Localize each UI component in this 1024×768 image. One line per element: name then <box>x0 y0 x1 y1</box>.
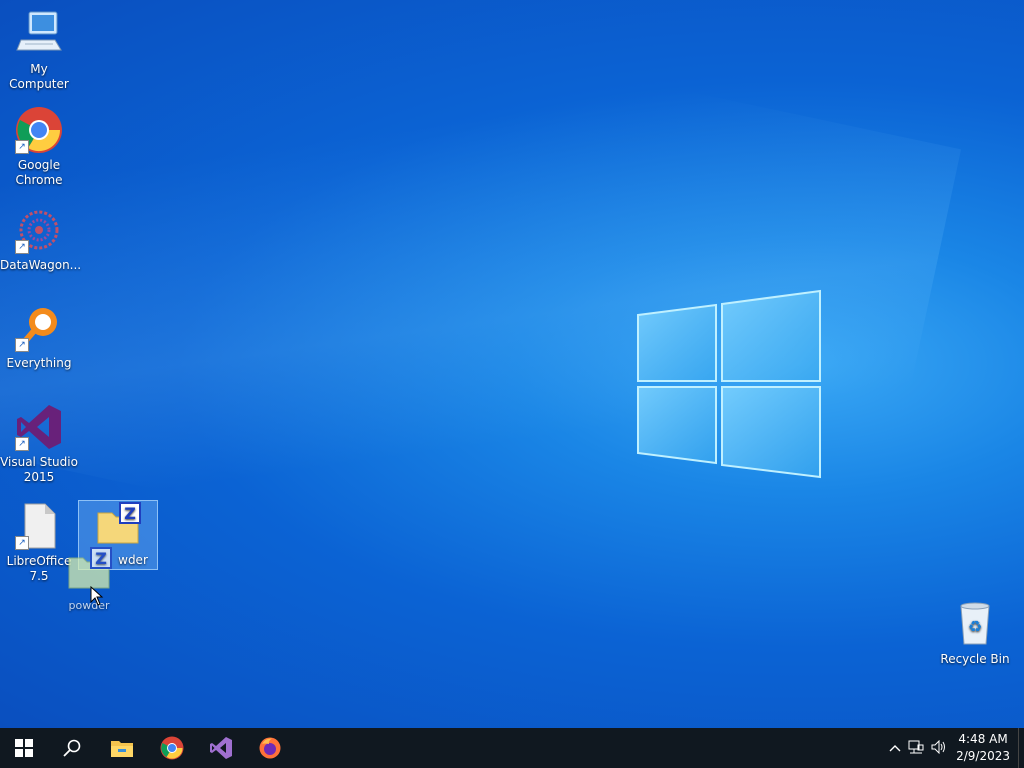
datawagon-icon: ↗ <box>15 206 63 254</box>
desktop-icon-recycle-bin[interactable]: ♻ Recycle Bin <box>936 600 1014 667</box>
volume-icon[interactable] <box>928 739 950 757</box>
show-desktop-button[interactable] <box>1018 728 1024 768</box>
system-tray <box>886 728 950 768</box>
clock-date: 2/9/2023 <box>956 749 1010 763</box>
zip-folder-icon: Z <box>65 546 113 594</box>
clock-time: 4:48 AM <box>958 732 1008 746</box>
taskbar-clock[interactable]: 4:48 AM 2/9/2023 <box>956 731 1010 765</box>
icon-label: Visual Studio 2015 <box>0 455 78 484</box>
recycle-bin-icon: ♻ <box>951 600 999 648</box>
svg-text:Z: Z <box>95 549 107 568</box>
icon-label: Everything <box>6 356 72 370</box>
desktop-icon-google-chrome[interactable]: ↗ Google Chrome <box>0 106 78 188</box>
taskbar-visual-studio[interactable] <box>197 728 245 768</box>
desktop-icon-visual-studio[interactable]: ↗ Visual Studio 2015 <box>0 403 78 485</box>
taskbar-firefox[interactable] <box>246 728 294 768</box>
taskbar-file-explorer[interactable] <box>98 728 146 768</box>
taskbar: 4:48 AM 2/9/2023 <box>0 728 1024 768</box>
search-icon <box>63 739 81 757</box>
chrome-icon <box>160 736 184 760</box>
start-button[interactable] <box>0 728 48 768</box>
desktop-icon-everything[interactable]: ↗ Everything <box>0 304 78 371</box>
shortcut-arrow-icon: ↗ <box>15 140 29 154</box>
icon-label: DataWagon... <box>0 258 82 272</box>
libreoffice-icon: ↗ <box>15 502 63 550</box>
shortcut-arrow-icon: ↗ <box>15 240 29 254</box>
icon-label: Recycle Bin <box>940 652 1010 666</box>
mouse-cursor-icon <box>90 586 104 606</box>
file-explorer-icon <box>111 741 133 757</box>
visual-studio-icon: ↗ <box>15 403 63 451</box>
icon-label: My Computer <box>9 62 69 91</box>
icon-label: Google Chrome <box>15 158 63 187</box>
search-button[interactable] <box>48 728 96 768</box>
network-icon[interactable] <box>904 740 928 757</box>
desktop-icon-my-computer[interactable]: My Computer <box>0 10 78 92</box>
taskbar-chrome[interactable] <box>148 728 196 768</box>
windows-logo-wallpaper <box>637 289 821 479</box>
computer-icon <box>15 10 63 58</box>
drag-ghost-powder: Z powder <box>50 546 128 613</box>
everything-search-icon: ↗ <box>15 304 63 352</box>
visual-studio-icon <box>210 737 232 759</box>
svg-text:Z: Z <box>124 504 136 523</box>
icon-label: powder <box>68 599 110 612</box>
zip-folder-icon: Z <box>94 501 142 549</box>
firefox-icon <box>259 737 281 759</box>
shortcut-arrow-icon: ↗ <box>15 338 29 352</box>
shortcut-arrow-icon: ↗ <box>15 536 29 550</box>
shortcut-arrow-icon: ↗ <box>15 437 29 451</box>
windows-start-icon <box>15 739 33 757</box>
desktop-icon-datawagon[interactable]: ↗ DataWagon... <box>0 206 82 273</box>
chevron-up-icon[interactable] <box>886 741 904 755</box>
desktop-background[interactable]: My Computer ↗ Google Chrome ↗ DataWagon. <box>0 0 1024 728</box>
chrome-icon: ↗ <box>15 106 63 154</box>
svg-text:♻: ♻ <box>968 617 982 636</box>
